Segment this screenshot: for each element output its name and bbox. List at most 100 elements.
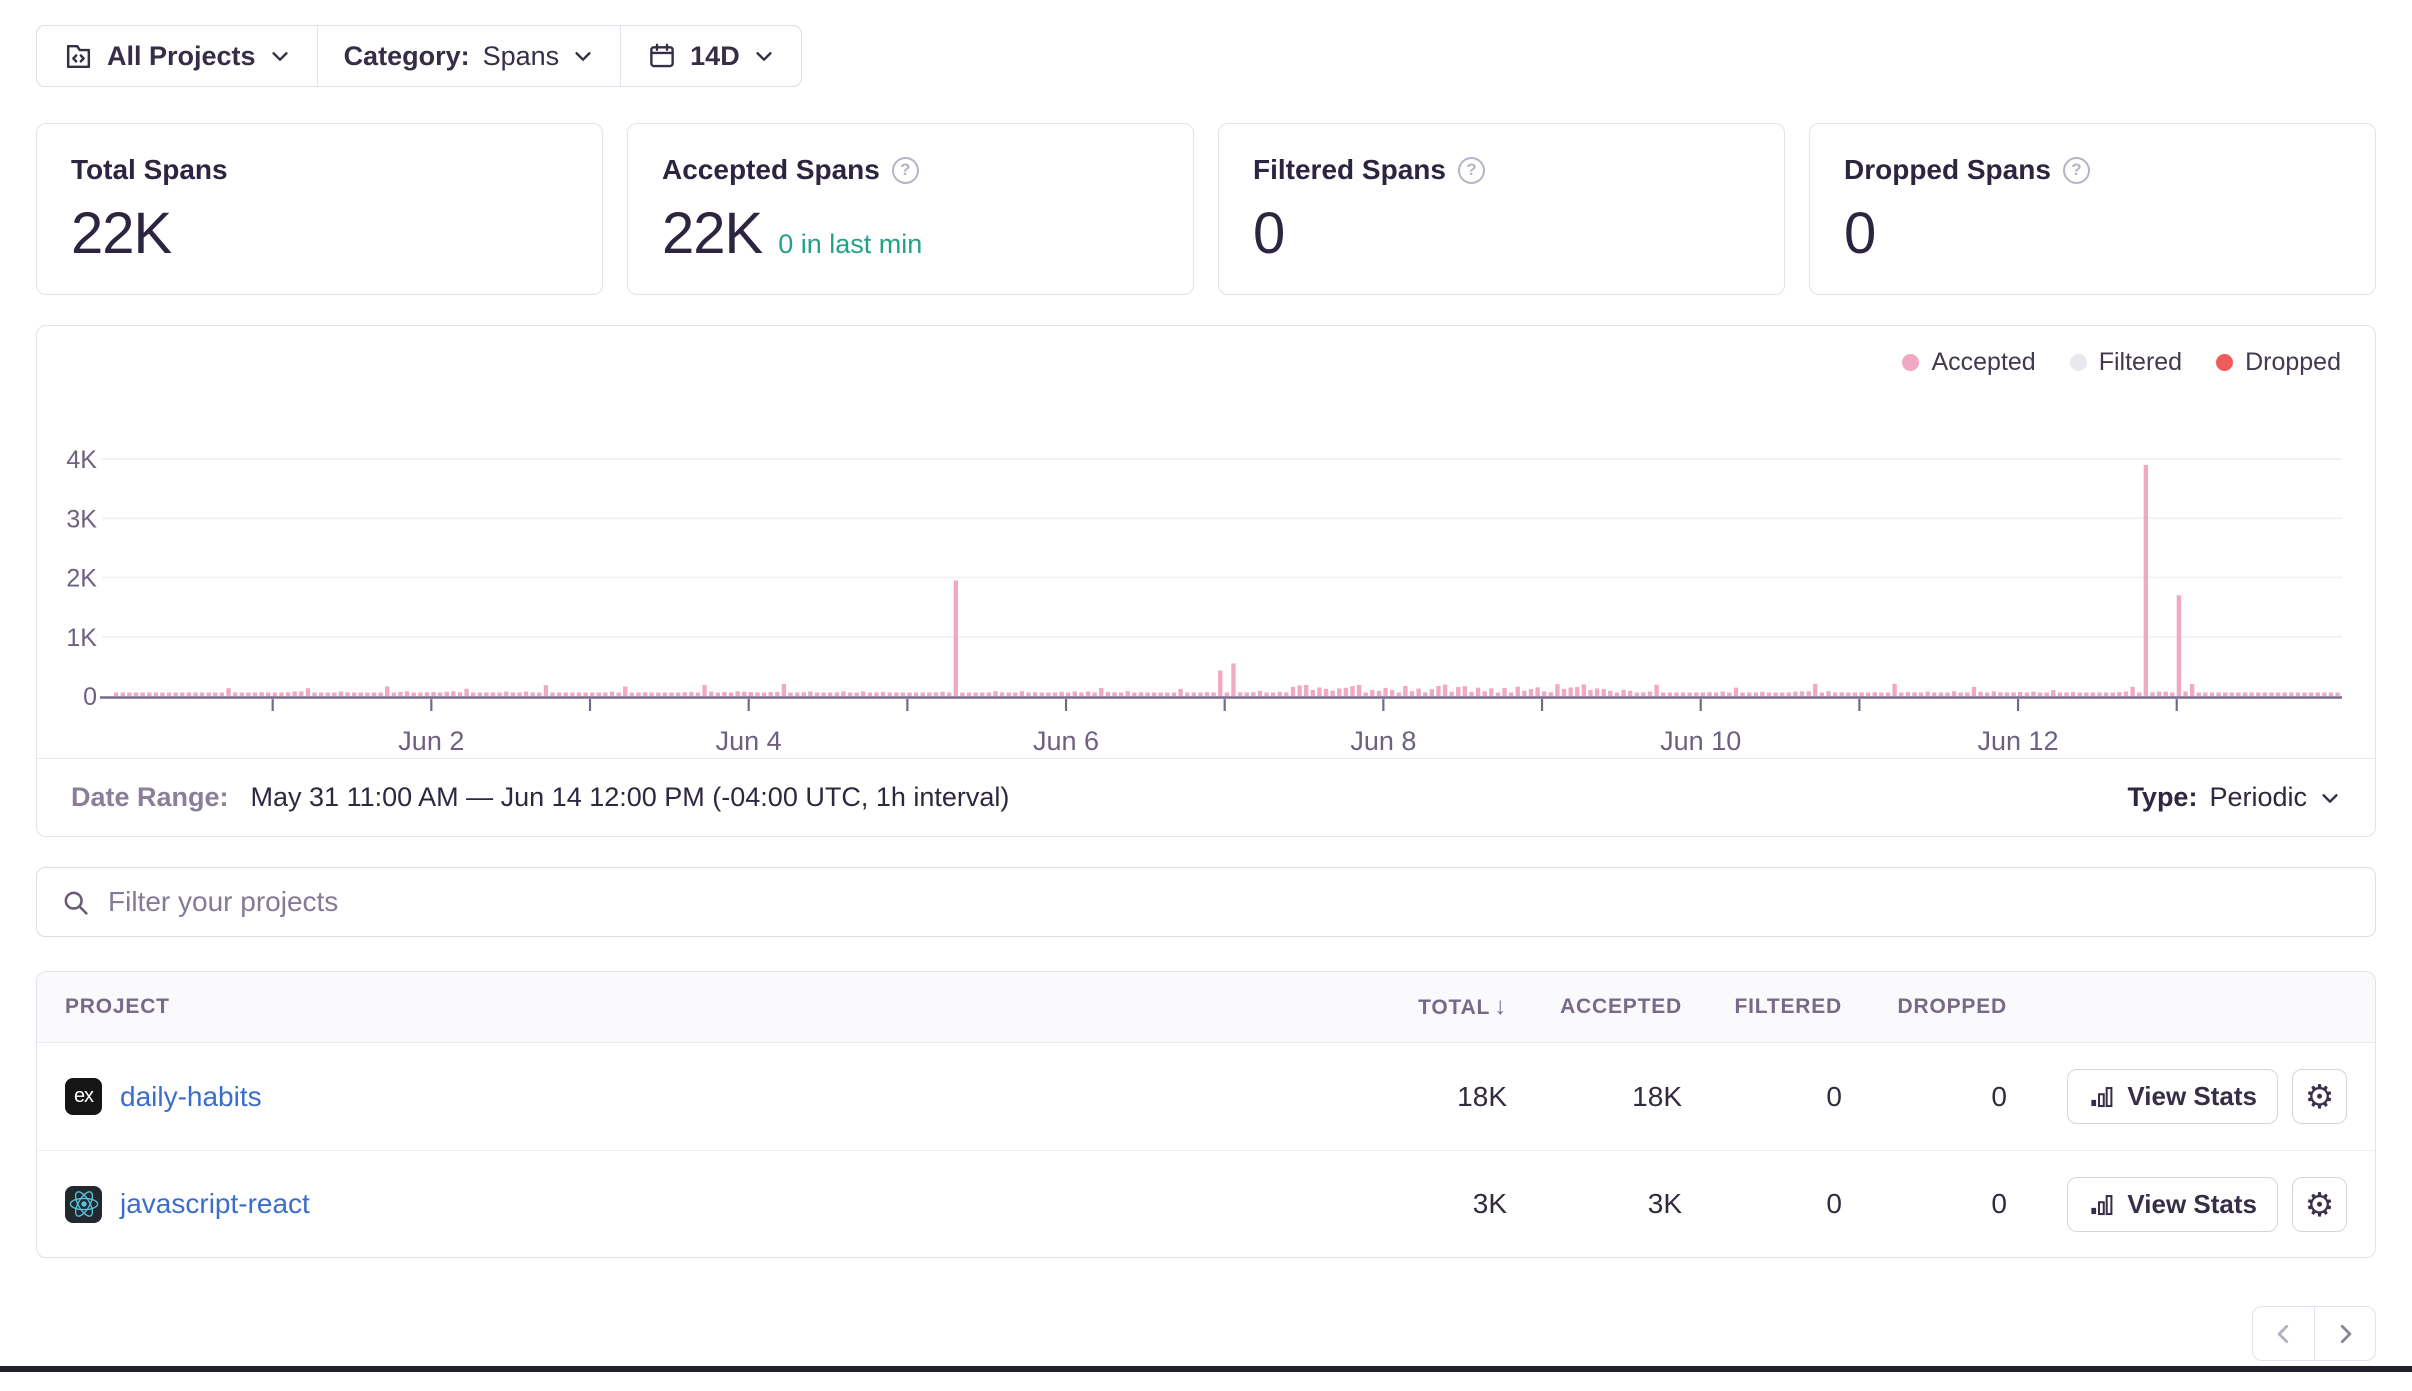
legend-dot (2070, 354, 2087, 371)
svg-text:Jun 4: Jun 4 (716, 726, 782, 756)
pagination (36, 1306, 2376, 1391)
svg-text:2K: 2K (66, 565, 97, 593)
category-label: Category: (344, 41, 470, 72)
legend-item-accepted: Accepted (1902, 348, 2035, 377)
svg-text:0: 0 (83, 683, 97, 711)
projects-table: PROJECT TOTAL↓ ACCEPTED FILTERED DROPPED… (36, 971, 2376, 1258)
column-header-accepted[interactable]: ACCEPTED (1507, 995, 1682, 1019)
help-icon[interactable]: ? (2063, 157, 2090, 184)
type-label: Type: (2127, 782, 2197, 813)
svg-text:4K: 4K (66, 446, 97, 474)
spans-chart: Accepted Filtered Dropped 0 1K 2K 3K 4K Jun 2 Ju… (37, 326, 2375, 758)
chevron-down-icon (269, 45, 291, 67)
next-page-button[interactable] (2314, 1306, 2376, 1361)
stat-card-accepted-spans: Accepted Spans ? 22K 0 in last min (627, 123, 1194, 295)
accepted-value: 3K (1507, 1188, 1682, 1220)
bar-chart-icon (2088, 1083, 2115, 1110)
category-selector[interactable]: Category: Spans (317, 26, 621, 86)
type-selector[interactable]: Type: Periodic (2127, 782, 2341, 813)
react-logo (69, 1189, 99, 1219)
project-link[interactable]: daily-habits (120, 1081, 262, 1113)
filters-toolbar: All Projects Category: Spans 14D (36, 25, 802, 87)
usage-chart-panel: Accepted Filtered Dropped 0 1K 2K 3K 4K Jun 2 Ju… (36, 325, 2376, 837)
date-range-label: Date Range: (71, 782, 229, 813)
help-icon[interactable]: ? (892, 157, 919, 184)
filtered-value: 0 (1682, 1188, 1842, 1220)
project-selector[interactable]: All Projects (37, 26, 317, 86)
chevron-down-icon (2319, 787, 2341, 809)
stats-page: All Projects Category: Spans 14D Total S… (0, 0, 2412, 1391)
project-selector-label: All Projects (107, 41, 256, 72)
type-value: Periodic (2209, 782, 2307, 813)
stat-card-subtext: 0 in last min (778, 229, 922, 260)
dropped-value: 0 (1842, 1081, 2007, 1113)
view-stats-button[interactable]: View Stats (2067, 1177, 2278, 1232)
sort-descending-icon: ↓ (1494, 993, 1507, 1020)
table-row: javascript-react 3K 3K 0 0 View Stats ⚙ (37, 1150, 2375, 1257)
bar-chart-icon (2088, 1191, 2115, 1218)
svg-text:Jun 6: Jun 6 (1033, 726, 1099, 756)
legend-dot (1902, 354, 1919, 371)
stat-card-value: 0 (1253, 200, 1284, 267)
column-header-project: PROJECT (65, 995, 1347, 1019)
column-header-filtered[interactable]: FILTERED (1682, 995, 1842, 1019)
svg-text:1K: 1K (66, 624, 97, 652)
react-platform-icon (65, 1186, 102, 1223)
svg-text:Jun 12: Jun 12 (1978, 726, 2059, 756)
stat-card-dropped-spans: Dropped Spans ? 0 (1809, 123, 2376, 295)
stat-card-filtered-spans: Filtered Spans ? 0 (1218, 123, 1785, 295)
projects-icon (63, 41, 94, 72)
total-value: 18K (1347, 1081, 1507, 1113)
spans-chart-svg: 0 1K 2K 3K 4K Jun 2 Jun 4 Jun 6 Jun 8 Jun 10 Jun 1… (37, 356, 2373, 758)
date-period-value: 14D (690, 41, 740, 72)
project-settings-button[interactable]: ⚙ (2292, 1177, 2347, 1232)
filtered-value: 0 (1682, 1081, 1842, 1113)
legend-item-filtered: Filtered (2070, 348, 2182, 377)
svg-text:Jun 8: Jun 8 (1350, 726, 1416, 756)
project-filter (36, 867, 2376, 937)
dropped-value: 0 (1842, 1188, 2007, 1220)
legend-dot (2216, 354, 2233, 371)
bottom-bar (0, 1366, 2412, 1372)
svg-text:3K: 3K (66, 505, 97, 533)
chevron-left-icon (2271, 1321, 2297, 1347)
stat-card-title: Filtered Spans (1253, 154, 1446, 186)
stat-card-title: Total Spans (71, 154, 228, 186)
project-settings-button[interactable]: ⚙ (2292, 1069, 2347, 1124)
calendar-icon (647, 41, 677, 71)
stat-card-title: Dropped Spans (1844, 154, 2051, 186)
stat-card-value: 22K (662, 200, 762, 267)
projects-table-header: PROJECT TOTAL↓ ACCEPTED FILTERED DROPPED (37, 972, 2375, 1043)
date-range-value: May 31 11:00 AM — Jun 14 12:00 PM (-04:0… (251, 782, 1010, 813)
gear-icon: ⚙ (2305, 1188, 2335, 1221)
chart-legend: Accepted Filtered Dropped (1902, 348, 2341, 377)
column-header-dropped[interactable]: DROPPED (1842, 995, 2007, 1019)
category-value: Spans (483, 41, 560, 72)
accepted-value: 18K (1507, 1081, 1682, 1113)
stat-card-total-spans: Total Spans 22K (36, 123, 603, 295)
legend-item-dropped: Dropped (2216, 348, 2341, 377)
date-period-selector[interactable]: 14D (620, 26, 801, 86)
column-header-total[interactable]: TOTAL↓ (1347, 993, 1507, 1021)
search-icon (61, 888, 90, 917)
stat-cards: Total Spans 22K Accepted Spans ? 22K 0 i… (36, 123, 2376, 295)
express-platform-icon: ex (65, 1078, 102, 1115)
stat-card-title: Accepted Spans (662, 154, 880, 186)
table-row: ex daily-habits 18K 18K 0 0 View Stats ⚙ (37, 1043, 2375, 1150)
help-icon[interactable]: ? (1458, 157, 1485, 184)
project-rows: ex daily-habits 18K 18K 0 0 View Stats ⚙… (37, 1043, 2375, 1257)
svg-text:Jun 2: Jun 2 (398, 726, 464, 756)
total-value: 3K (1347, 1188, 1507, 1220)
date-range-row: Date Range: May 31 11:00 AM — Jun 14 12:… (37, 758, 2375, 836)
svg-text:Jun 10: Jun 10 (1660, 726, 1741, 756)
chevron-right-icon (2332, 1321, 2358, 1347)
stat-card-value: 22K (71, 200, 171, 267)
gear-icon: ⚙ (2305, 1080, 2335, 1113)
previous-page-button[interactable] (2252, 1306, 2314, 1361)
project-link[interactable]: javascript-react (120, 1188, 310, 1220)
view-stats-button[interactable]: View Stats (2067, 1069, 2278, 1124)
project-filter-input[interactable] (108, 886, 2351, 918)
chevron-down-icon (753, 45, 775, 67)
stat-card-value: 0 (1844, 200, 1875, 267)
chevron-down-icon (572, 45, 594, 67)
